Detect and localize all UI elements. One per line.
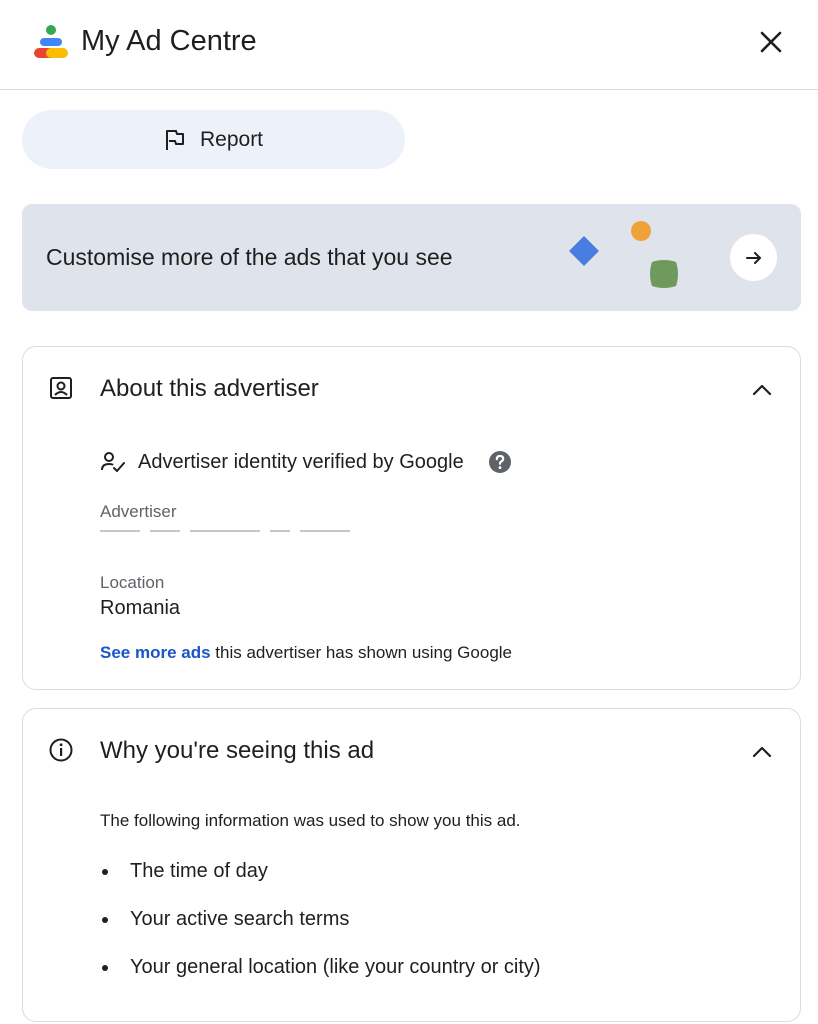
see-more-rest-text: this advertiser has shown using Google [210, 643, 513, 662]
chevron-up-icon [752, 384, 772, 396]
help-icon[interactable] [488, 450, 512, 474]
about-advertiser-title: About this advertiser [100, 375, 319, 402]
orange-dot-decoration [631, 221, 651, 241]
location-label: Location [100, 573, 165, 592]
reason-list: The time of day Your active search terms… [100, 857, 541, 1001]
flag-icon [165, 129, 184, 150]
customise-arrow-button[interactable] [730, 234, 777, 281]
reason-item: Your general location (like your country… [100, 953, 541, 1001]
see-more-ads-link[interactable]: See more ads [100, 643, 211, 662]
report-label: Report [199, 127, 264, 151]
advertiser-name-obscured [100, 529, 370, 533]
arrow-right-icon [745, 251, 761, 264]
green-blob-decoration [650, 260, 678, 288]
verified-text: Advertiser identity verified by Google [138, 450, 464, 473]
customise-ads-text: Customise more of the ads that you see [46, 244, 453, 270]
reason-item: The time of day [100, 857, 541, 905]
close-icon [760, 31, 782, 53]
verified-row: Advertiser identity verified by Google [100, 450, 512, 474]
advertiser-label: Advertiser [100, 502, 177, 521]
collapse-why-button[interactable] [747, 737, 777, 767]
why-intro-text: The following information was used to sh… [100, 811, 521, 830]
reason-item: Your active search terms [100, 905, 541, 953]
about-advertiser-card: About this advertiser Advertiser identit… [22, 346, 801, 690]
app-title: My Ad Centre [81, 25, 257, 57]
report-button[interactable]: Report [22, 110, 405, 169]
close-button[interactable] [752, 23, 790, 61]
verified-person-icon [101, 452, 125, 472]
blue-diamond-decoration [569, 236, 599, 266]
my-ad-centre-logo [34, 25, 68, 58]
why-seeing-ad-title: Why you're seeing this ad [100, 737, 375, 764]
why-seeing-ad-card: Why you're seeing this ad The following … [22, 708, 801, 1022]
chevron-up-icon [752, 746, 772, 758]
customise-ads-card[interactable]: Customise more of the ads that you see [22, 204, 801, 311]
collapse-advertiser-button[interactable] [747, 375, 777, 405]
location-value: Romania [100, 597, 181, 619]
header: My Ad Centre [0, 0, 818, 90]
see-more-line: See more ads this advertiser has shown u… [100, 643, 512, 663]
info-icon [49, 738, 73, 762]
person-badge-icon [50, 377, 72, 399]
